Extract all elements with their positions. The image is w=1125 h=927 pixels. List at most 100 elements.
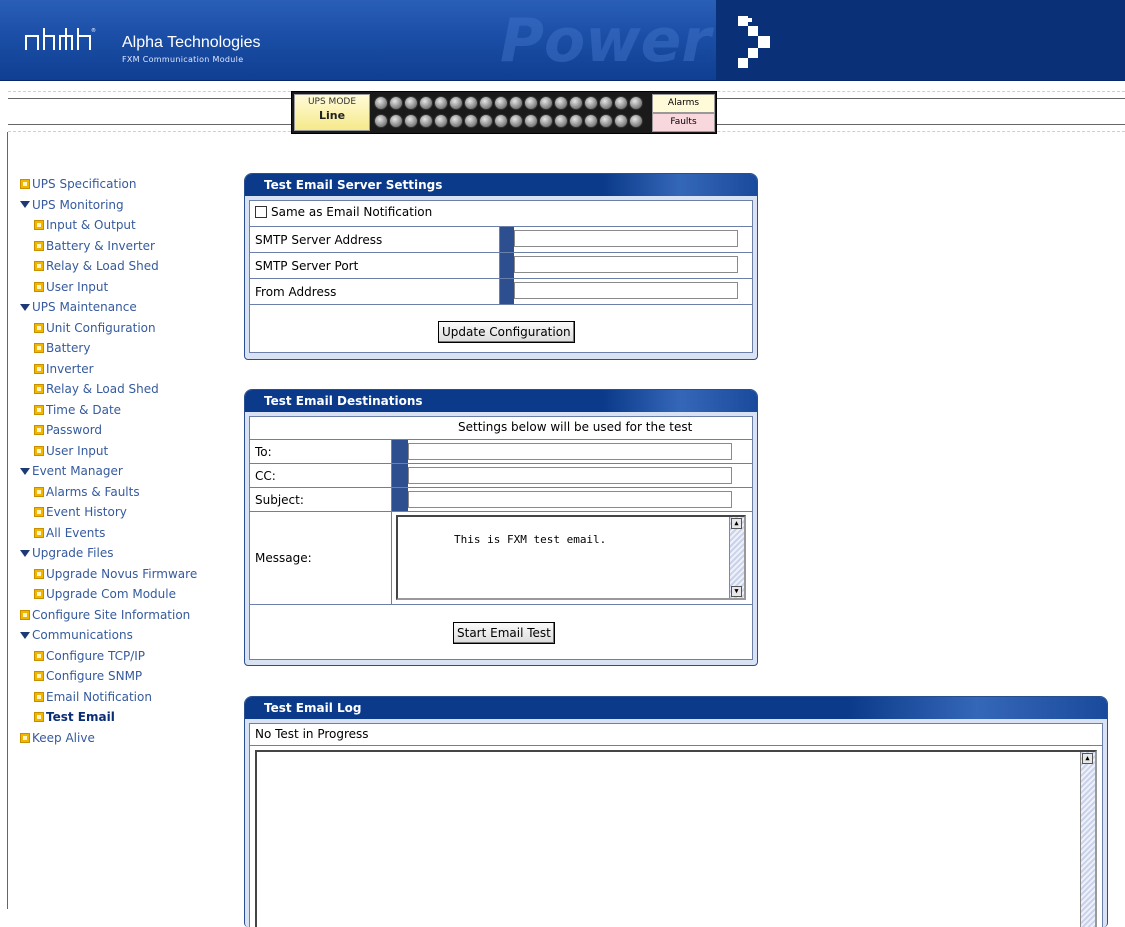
status-led-icon [464, 114, 478, 128]
scroll-down-icon[interactable]: ▼ [731, 586, 742, 597]
sidebar-item-label: Event History [46, 505, 127, 519]
scroll-up-icon[interactable]: ▲ [731, 518, 742, 529]
sidebar-item-unit-configuration[interactable]: Unit Configuration [20, 318, 230, 339]
start-email-test-button[interactable]: Start Email Test [453, 622, 555, 644]
triangle-down-icon [20, 549, 30, 557]
log-textarea[interactable]: ▲ [255, 750, 1097, 927]
sidebar-item-communications[interactable]: Communications [20, 625, 230, 646]
sidebar-item-battery[interactable]: Battery [20, 338, 230, 359]
bullet-icon [34, 240, 44, 251]
sidebar-item-relay-load-shed[interactable]: Relay & Load Shed [20, 256, 230, 277]
bullet-icon [34, 671, 44, 682]
server-settings-body: Same as Email Notification SMTP Server A… [249, 200, 753, 353]
chevron-right-icon [738, 16, 770, 68]
sidebar-item-ups-specification[interactable]: UPS Specification [20, 174, 230, 195]
message-label: Message: [255, 551, 312, 565]
destinations-panel: Test Email Destinations Settings below w… [244, 389, 758, 666]
sidebar-item-input-output[interactable]: Input & Output [20, 215, 230, 236]
status-led-icon [539, 96, 553, 110]
sidebar-item-configure-tcp-ip[interactable]: Configure TCP/IP [20, 646, 230, 667]
destinations-body: Settings below will be used for the test… [249, 416, 753, 660]
status-led-icon [509, 96, 523, 110]
bullet-icon [34, 650, 44, 661]
sidebar-item-user-input[interactable]: User Input [20, 441, 230, 462]
sidebar-item-label: All Events [46, 525, 106, 540]
from-address-input[interactable] [514, 282, 738, 299]
email-log-body: No Test in Progress ▲ [249, 723, 1103, 927]
status-led-icon [449, 114, 463, 128]
sidebar-item-time-date[interactable]: Time & Date [20, 400, 230, 421]
sidebar-item-email-notification[interactable]: Email Notification [20, 687, 230, 708]
from-address-row: From Address [250, 278, 752, 304]
fault-led-row [374, 114, 643, 129]
power-watermark: Power [500, 6, 711, 76]
sidebar-item-label: Event Manager [32, 464, 123, 478]
svg-text:®: ® [91, 27, 96, 34]
status-led-icon [419, 114, 433, 128]
bullet-icon [34, 220, 44, 231]
status-led-icon [629, 96, 643, 110]
status-led-icon [464, 96, 478, 110]
message-scrollbar[interactable]: ▲ ▼ [729, 517, 744, 598]
triangle-down-icon [20, 631, 30, 639]
update-configuration-button[interactable]: Update Configuration [438, 321, 575, 343]
sidebar-item-label: Email Notification [46, 689, 152, 704]
sidebar-item-label: Relay & Load Shed [46, 382, 159, 396]
to-input[interactable] [408, 443, 732, 460]
sidebar-item-all-events[interactable]: All Events [20, 523, 230, 544]
status-led-icon [614, 114, 628, 128]
status-led-icon [584, 114, 598, 128]
destinations-note: Settings below will be used for the test [458, 420, 693, 434]
status-led-icon [524, 96, 538, 110]
status-led-icon [554, 96, 568, 110]
sidebar-item-ups-maintenance[interactable]: UPS Maintenance [20, 297, 230, 318]
sidebar-item-label: Alarms & Faults [46, 484, 140, 499]
sidebar-item-label: Inverter [46, 361, 94, 376]
sidebar-item-label: UPS Specification [32, 177, 137, 191]
server-settings-panel: Test Email Server Settings Same as Email… [244, 173, 758, 360]
sidebar-item-upgrade-com-module[interactable]: Upgrade Com Module [20, 584, 230, 605]
status-led-icon [389, 96, 403, 110]
sidebar-item-label: Unit Configuration [46, 320, 156, 335]
same-as-notification-checkbox[interactable] [255, 206, 267, 218]
sidebar-item-relay-load-shed[interactable]: Relay & Load Shed [20, 379, 230, 400]
log-scrollbar[interactable]: ▲ [1080, 752, 1095, 927]
bullet-icon [20, 179, 30, 190]
sidebar-item-label: Keep Alive [32, 730, 95, 745]
sidebar-item-user-input[interactable]: User Input [20, 277, 230, 298]
status-led-icon [449, 96, 463, 110]
cc-input[interactable] [408, 467, 732, 484]
sidebar-item-alarms-faults[interactable]: Alarms & Faults [20, 482, 230, 503]
subject-row: Subject: [250, 487, 752, 511]
sidebar-item-test-email[interactable]: Test Email [20, 707, 230, 728]
sidebar-item-label: Time & Date [46, 402, 122, 417]
sidebar-item-label: Configure SNMP [46, 669, 143, 683]
status-led-icon [434, 96, 448, 110]
status-led-icon [404, 96, 418, 110]
sidebar-item-ups-monitoring[interactable]: UPS Monitoring [20, 195, 230, 216]
sidebar-item-inverter[interactable]: Inverter [20, 359, 230, 380]
email-log-title: Test Email Log [245, 697, 1107, 719]
sidebar-item-keep-alive[interactable]: Keep Alive [20, 728, 230, 749]
sidebar-item-event-history[interactable]: Event History [20, 502, 230, 523]
brand-title: Alpha Technologies [122, 34, 261, 51]
sidebar-item-battery-inverter[interactable]: Battery & Inverter [20, 236, 230, 257]
sidebar-item-event-manager[interactable]: Event Manager [20, 461, 230, 482]
from-address-label: From Address [255, 284, 337, 299]
bullet-icon [34, 568, 44, 579]
message-textarea[interactable]: This is FXM test email. ▲ ▼ [396, 515, 746, 600]
smtp-address-input[interactable] [514, 230, 738, 247]
status-led-icon [554, 114, 568, 128]
sidebar-item-upgrade-novus-firmware[interactable]: Upgrade Novus Firmware [20, 564, 230, 585]
subject-input[interactable] [408, 491, 732, 508]
status-led-icon [374, 96, 388, 110]
ups-status-panel: UPS MODE Line Alarms Faults [291, 91, 717, 134]
sidebar-item-configure-site-information[interactable]: Configure Site Information [20, 605, 230, 626]
smtp-port-input[interactable] [514, 256, 738, 273]
sidebar-item-configure-snmp[interactable]: Configure SNMP [20, 666, 230, 687]
scroll-up-icon[interactable]: ▲ [1082, 753, 1093, 764]
sidebar-item-upgrade-files[interactable]: Upgrade Files [20, 543, 230, 564]
sidebar-item-password[interactable]: Password [20, 420, 230, 441]
bullet-icon [34, 281, 44, 292]
sidebar-item-label: Configure Site Information [32, 607, 191, 622]
